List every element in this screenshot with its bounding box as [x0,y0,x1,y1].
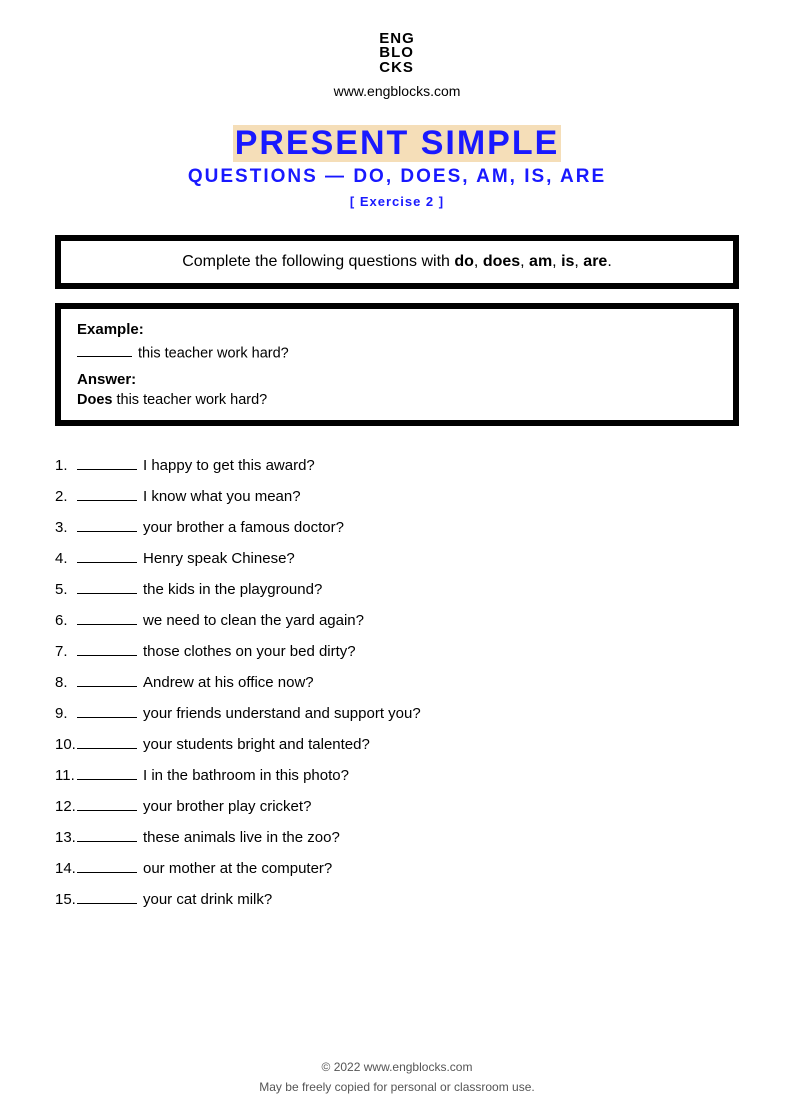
list-item: 1. I happy to get this award? [55,454,739,474]
instruction-prefix: Complete the following questions with [182,253,454,270]
answer-blank[interactable] [77,671,137,687]
list-item: 13. these animals live in the zoo? [55,826,739,846]
question-number: 14. [55,860,77,877]
answer-blank[interactable] [77,454,137,470]
page-title: PRESENT SIMPLE [233,125,562,162]
question-number: 7. [55,643,77,660]
website-url: www.engblocks.com [55,83,739,99]
question-number: 3. [55,519,77,536]
instruction-words: do, does, am, is, are [454,253,607,270]
example-answer-line: Does this teacher work hard? [77,392,717,408]
logo-block: ENG BLO CKS [55,32,739,77]
example-blank [77,342,132,358]
list-item: 2. I know what you mean? [55,485,739,505]
answer-blank[interactable] [77,764,137,780]
list-item: 5. the kids in the playground? [55,578,739,598]
answer-blank[interactable] [77,795,137,811]
question-text: your brother play cricket? [143,798,311,815]
question-text: your brother a famous doctor? [143,519,344,536]
answer-blank[interactable] [77,857,137,873]
answer-blank[interactable] [77,609,137,625]
footer-copyright: © 2022 www.engblocks.com [55,1060,739,1074]
question-number: 6. [55,612,77,629]
footer-license: May be freely copied for personal or cla… [55,1080,739,1094]
question-number: 15. [55,891,77,908]
questions-list: 1. I happy to get this award? 2. I know wh… [55,454,739,919]
exercise-number: [ Exercise 2 ] [55,194,739,209]
instruction-word-1: does [483,253,520,270]
question-number: 8. [55,674,77,691]
question-number: 2. [55,488,77,505]
question-number: 9. [55,705,77,722]
question-text: the kids in the playground? [143,581,322,598]
list-item: 11. I in the bathroom in this photo? [55,764,739,784]
example-question-text: this teacher work hard? [138,345,289,361]
list-item: 6. we need to clean the yard again? [55,609,739,629]
worksheet-page: ENG BLO CKS www.engblocks.com PRESENT SI… [0,0,794,1120]
question-text: I know what you mean? [143,488,301,505]
answer-blank[interactable] [77,578,137,594]
logo: ENG BLO CKS [379,32,415,75]
instruction-suffix: . [607,253,611,270]
instruction-word-3: is [561,253,574,270]
question-text: I in the bathroom in this photo? [143,767,349,784]
answer-label: Answer: [77,371,717,388]
question-text: Andrew at his office now? [143,674,314,691]
instruction-word-2: am [529,253,552,270]
instruction-box: Complete the following questions with do… [55,235,739,289]
instruction-word-0: do [454,253,474,270]
question-number: 1. [55,457,77,474]
list-item: 14. our mother at the computer? [55,857,739,877]
list-item: 8. Andrew at his office now? [55,671,739,691]
answer-blank[interactable] [77,733,137,749]
list-item: 12. your brother play cricket? [55,795,739,815]
answer-blank[interactable] [77,640,137,656]
question-number: 12. [55,798,77,815]
example-box: Example: this teacher work hard? Answer:… [55,303,739,427]
answer-blank[interactable] [77,888,137,904]
question-text: your students bright and talented? [143,736,370,753]
answer-blank[interactable] [77,702,137,718]
list-item: 15. your cat drink milk? [55,888,739,908]
heading-block: PRESENT SIMPLE QUESTIONS — DO, DOES, AM,… [55,125,739,209]
question-number: 11. [55,767,77,784]
page-footer: © 2022 www.engblocks.com May be freely c… [55,1060,739,1120]
question-text: I happy to get this award? [143,457,315,474]
list-item: 3. your brother a famous doctor? [55,516,739,536]
answer-blank[interactable] [77,826,137,842]
question-number: 4. [55,550,77,567]
answer-blank[interactable] [77,485,137,501]
question-text: we need to clean the yard again? [143,612,364,629]
instruction-word-4: are [583,253,607,270]
logo-line-3: CKS [379,61,415,75]
example-question-line: this teacher work hard? [77,342,717,362]
example-answer-rest: this teacher work hard? [112,392,267,408]
list-item: 4. Henry speak Chinese? [55,547,739,567]
question-number: 5. [55,581,77,598]
page-subtitle: QUESTIONS — DO, DOES, AM, IS, ARE [55,166,739,188]
question-text: those clothes on your bed dirty? [143,643,356,660]
question-text: our mother at the computer? [143,860,332,877]
question-number: 13. [55,829,77,846]
question-text: your friends understand and support you? [143,705,421,722]
answer-blank[interactable] [77,516,137,532]
example-label: Example: [77,321,717,338]
answer-blank[interactable] [77,547,137,563]
list-item: 9. your friends understand and support yo… [55,702,739,722]
question-number: 10. [55,736,77,753]
list-item: 10. your students bright and talented? [55,733,739,753]
question-text: these animals live in the zoo? [143,829,340,846]
question-text: your cat drink milk? [143,891,272,908]
example-answer-bold: Does [77,392,112,408]
list-item: 7. those clothes on your bed dirty? [55,640,739,660]
question-text: Henry speak Chinese? [143,550,295,567]
